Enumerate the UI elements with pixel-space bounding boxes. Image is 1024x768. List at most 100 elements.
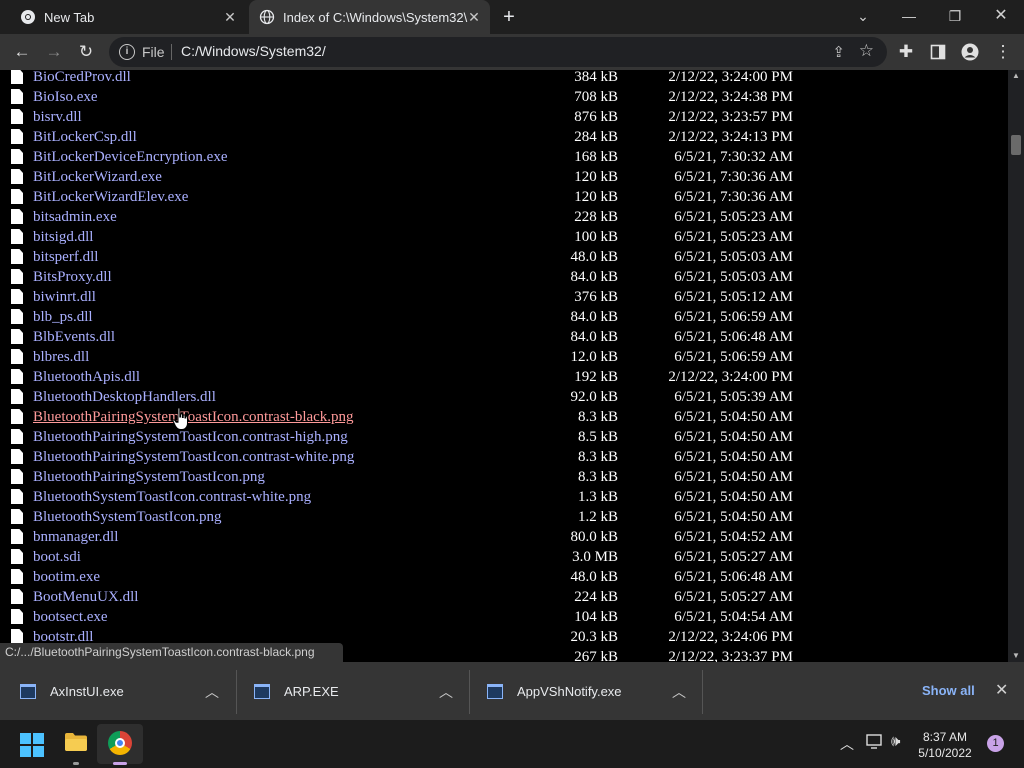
- download-filename: ARP.EXE: [284, 683, 339, 699]
- file-size: 876 kB: [574, 109, 618, 125]
- file-date-modified: 2/12/22, 3:24:00 PM: [668, 70, 793, 85]
- side-panel-icon[interactable]: [926, 40, 950, 64]
- file-link[interactable]: bitsperf.dll: [33, 249, 98, 266]
- file-link[interactable]: BluetoothSystemToastIcon.contrast-white.…: [33, 489, 311, 506]
- system-clock[interactable]: 8:37 AM 5/10/2022: [915, 729, 975, 761]
- file-link[interactable]: BootMenuUX.dll: [33, 589, 138, 606]
- file-link[interactable]: BluetoothPairingSystemToastIcon.contrast…: [33, 429, 348, 446]
- file-icon: [11, 309, 23, 324]
- notification-count-badge[interactable]: 1: [987, 735, 1004, 752]
- file-link[interactable]: BioCredProv.dll: [33, 70, 131, 86]
- chevron-up-icon[interactable]: ︿: [439, 682, 453, 702]
- tray-overflow-chevron-icon[interactable]: ︿: [840, 734, 854, 754]
- file-link[interactable]: BitsProxy.dll: [33, 269, 112, 286]
- file-link[interactable]: bootim.exe: [33, 569, 100, 586]
- volume-icon[interactable]: 🕪: [891, 733, 900, 750]
- file-link[interactable]: BitLockerDeviceEncryption.exe: [33, 149, 228, 166]
- file-link[interactable]: bootsect.exe: [33, 609, 108, 626]
- chevron-up-icon[interactable]: ︿: [672, 682, 686, 702]
- file-date-modified: 6/5/21, 5:04:50 AM: [674, 429, 793, 445]
- tab-close-icon[interactable]: ✕: [222, 9, 238, 25]
- file-link[interactable]: BluetoothPairingSystemToastIcon.contrast…: [33, 409, 354, 426]
- tab-search-chevron-icon[interactable]: ⌄: [845, 4, 881, 28]
- profile-avatar-icon[interactable]: [958, 40, 982, 64]
- minimize-button[interactable]: —: [891, 4, 927, 28]
- show-all-downloads-button[interactable]: Show all: [922, 683, 975, 698]
- file-link[interactable]: boot.sdi: [33, 549, 81, 566]
- windows-taskbar: ︿ 🕪 8:37 AM 5/10/2022 1: [0, 720, 1024, 768]
- file-size: 1.2 kB: [577, 509, 618, 525]
- download-item[interactable]: AxInstUI.exe ︿: [20, 662, 235, 720]
- file-size: 104 kB: [574, 609, 618, 625]
- bookmark-star-icon[interactable]: ☆: [859, 41, 874, 61]
- file-date-modified: 6/5/21, 5:05:23 AM: [674, 209, 793, 225]
- download-filename: AppVShNotify.exe: [517, 683, 622, 699]
- downloads-bar: AxInstUI.exe ︿ ARP.EXE ︿ AppVShNotify.ex…: [0, 662, 1024, 720]
- file-link[interactable]: bnmanager.dll: [33, 529, 118, 546]
- table-row: BootMenuUX.dll 224 kB 6/5/21, 5:05:27 AM: [0, 587, 1008, 607]
- file-size: 8.5 kB: [577, 429, 618, 445]
- tab-index-system32[interactable]: Index of C:\Windows\System32\ ✕: [249, 0, 490, 34]
- divider: [236, 670, 237, 714]
- windows-start-icon[interactable]: [20, 733, 44, 757]
- file-date-modified: 6/5/21, 5:06:48 AM: [674, 569, 793, 585]
- file-link[interactable]: blb_ps.dll: [33, 309, 93, 326]
- file-link[interactable]: BluetoothDesktopHandlers.dll: [33, 389, 216, 406]
- new-tab-button[interactable]: +: [497, 6, 521, 28]
- file-link[interactable]: BitLockerWizardElev.exe: [33, 189, 188, 206]
- share-icon[interactable]: ⇪: [832, 43, 845, 61]
- scroll-up-arrow-icon[interactable]: ▲: [1008, 70, 1024, 82]
- file-explorer-icon[interactable]: [65, 733, 87, 751]
- file-date-modified: 6/5/21, 5:05:23 AM: [674, 229, 793, 245]
- file-icon: [11, 189, 23, 204]
- file-link[interactable]: BitLockerWizard.exe: [33, 169, 162, 186]
- table-row: BluetoothApis.dll 192 kB 2/12/22, 3:24:00 …: [0, 367, 1008, 387]
- file-link[interactable]: BitLockerCsp.dll: [33, 129, 137, 146]
- chevron-up-icon[interactable]: ︿: [205, 682, 219, 702]
- reload-icon[interactable]: ↻: [74, 40, 98, 64]
- file-date-modified: 6/5/21, 7:30:36 AM: [674, 169, 793, 185]
- file-date-modified: 6/5/21, 5:06:59 AM: [674, 309, 793, 325]
- back-arrow-icon[interactable]: ←: [10, 40, 34, 64]
- chrome-icon[interactable]: [108, 731, 132, 755]
- file-size: 100 kB: [574, 229, 618, 245]
- close-window-button[interactable]: ✕: [983, 4, 1019, 28]
- file-icon: [11, 209, 23, 224]
- extensions-puzzle-icon[interactable]: ✚: [894, 40, 918, 64]
- scrollbar-thumb[interactable]: [1011, 135, 1021, 155]
- restore-button[interactable]: ❐: [937, 4, 973, 28]
- file-icon: [11, 609, 23, 624]
- address-bar[interactable]: i File C:/Windows/System32/ ⇪ ☆: [109, 37, 887, 67]
- tab-close-icon[interactable]: ✕: [466, 9, 482, 25]
- file-link[interactable]: bitsigd.dll: [33, 229, 93, 246]
- network-icon[interactable]: [866, 734, 884, 750]
- download-item[interactable]: ARP.EXE ︿: [254, 662, 469, 720]
- file-link[interactable]: BluetoothPairingSystemToastIcon.contrast…: [33, 449, 354, 466]
- table-row: bisrv.dll 876 kB 2/12/22, 3:23:57 PM: [0, 107, 1008, 127]
- file-link[interactable]: BluetoothPairingSystemToastIcon.png: [33, 469, 265, 486]
- file-link[interactable]: BlbEvents.dll: [33, 329, 115, 346]
- file-link[interactable]: BluetoothSystemToastIcon.png: [33, 509, 222, 526]
- divider: [702, 670, 703, 714]
- file-icon: [11, 149, 23, 164]
- file-link[interactable]: bitsadmin.exe: [33, 209, 117, 226]
- info-icon[interactable]: i: [119, 44, 135, 60]
- file-link[interactable]: blbres.dll: [33, 349, 89, 366]
- file-size: 48.0 kB: [570, 249, 618, 265]
- file-date-modified: 2/12/22, 3:24:38 PM: [668, 89, 793, 105]
- table-row: BluetoothSystemToastIcon.png 1.2 kB 6/5/21…: [0, 507, 1008, 527]
- file-size: 80.0 kB: [570, 529, 618, 545]
- close-downloads-bar-icon[interactable]: ✕: [995, 680, 1008, 700]
- vertical-scrollbar[interactable]: ▲ ▼: [1008, 70, 1024, 662]
- scroll-down-arrow-icon[interactable]: ▼: [1008, 650, 1024, 662]
- download-item[interactable]: AppVShNotify.exe ︿: [487, 662, 702, 720]
- file-icon: [11, 569, 23, 584]
- file-link[interactable]: BluetoothApis.dll: [33, 369, 140, 386]
- menu-kebab-icon[interactable]: ⋮: [991, 40, 1015, 64]
- forward-arrow-icon[interactable]: →: [42, 40, 66, 64]
- file-link[interactable]: BioIso.exe: [33, 89, 98, 106]
- tab-new-tab[interactable]: New Tab ✕: [0, 0, 246, 34]
- url-text[interactable]: C:/Windows/System32/: [181, 43, 326, 59]
- file-link[interactable]: biwinrt.dll: [33, 289, 96, 306]
- file-link[interactable]: bisrv.dll: [33, 109, 82, 126]
